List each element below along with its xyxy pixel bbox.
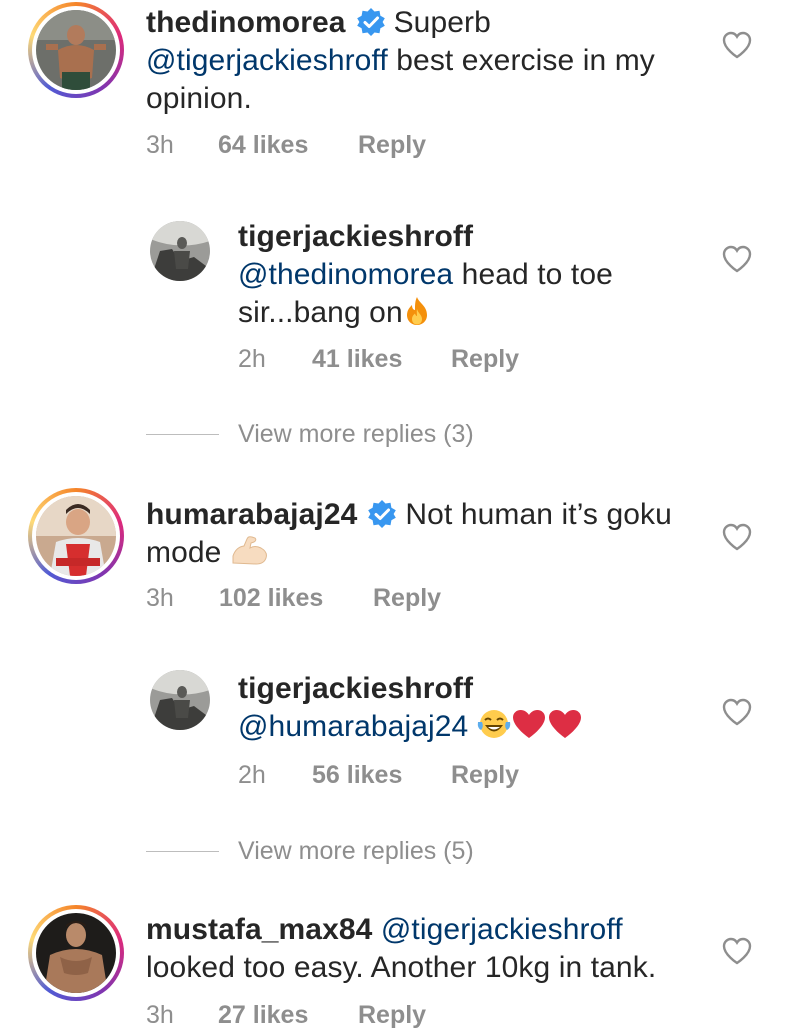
- avatar-humarabajaj24: [36, 496, 116, 576]
- verified-badge-icon: [368, 500, 397, 528]
- avatar-mustafa_max84: [36, 913, 116, 993]
- comment-time: 2h: [238, 761, 266, 789]
- reply-tigerjackieshroff-1: tigerjackieshroff @thedinomorea head to …: [0, 200, 800, 400]
- reply-button[interactable]: Reply: [451, 345, 519, 374]
- mention-link[interactable]: @tigerjackieshroff: [146, 44, 388, 77]
- username[interactable]: mustafa_max84: [146, 913, 372, 946]
- comment-meta: 3h 102 likes Reply: [146, 584, 441, 613]
- mention-link[interactable]: @tigerjackieshroff: [381, 913, 623, 946]
- view-more-divider: [146, 851, 219, 852]
- comment-time: 3h: [146, 584, 174, 612]
- red-heart-emoji-icon: [512, 710, 545, 738]
- comment-meta: 3h 27 likes Reply: [146, 1001, 426, 1030]
- reply-tigerjackieshroff-2: tigerjackieshroff @humarabajaj24 2h 56 li…: [0, 660, 800, 810]
- likes-count[interactable]: 56 likes: [312, 761, 451, 790]
- comment-text: opinion.: [146, 82, 252, 115]
- like-heart-icon[interactable]: [722, 523, 752, 551]
- comment-time: 3h: [146, 131, 174, 159]
- mention-link[interactable]: @thedinomorea: [238, 258, 453, 291]
- view-more-divider: [146, 434, 219, 435]
- reply-button[interactable]: Reply: [451, 761, 519, 790]
- reply-button[interactable]: Reply: [358, 1001, 426, 1030]
- comment-body: mustafa_max84 @tigerjackieshroff looked …: [146, 911, 716, 987]
- flexed-biceps-emoji-icon: [232, 536, 267, 565]
- comment-time: 3h: [146, 1001, 174, 1029]
- avatar-thedinomorea: [36, 10, 116, 90]
- comment-body: thedinomorea Superb @tigerjackieshroff b…: [146, 4, 706, 118]
- view-more-replies-button[interactable]: View more replies (5): [238, 837, 474, 866]
- likes-count[interactable]: 102 likes: [219, 584, 373, 613]
- story-ring-avatar[interactable]: [28, 488, 124, 584]
- comment-time: 2h: [238, 345, 266, 373]
- view-more-replies-button[interactable]: View more replies (3): [238, 420, 474, 449]
- avatar-tigerjackieshroff[interactable]: [150, 221, 210, 281]
- username[interactable]: humarabajaj24: [146, 498, 357, 531]
- laughing-emoji-icon: [477, 710, 510, 738]
- likes-count[interactable]: 27 likes: [218, 1001, 358, 1030]
- comment-thedinomorea: thedinomorea Superb @tigerjackieshroff b…: [0, 0, 800, 200]
- comment-text: looked too easy. Another 10kg in tank.: [146, 951, 657, 984]
- comment-text: sir...bang on: [238, 296, 403, 329]
- reply-button[interactable]: Reply: [373, 584, 441, 613]
- story-ring-avatar[interactable]: [28, 905, 124, 1001]
- username[interactable]: tigerjackieshroff: [238, 220, 473, 253]
- comment-text: mode: [146, 536, 222, 569]
- reply-button[interactable]: Reply: [358, 131, 426, 160]
- red-heart-emoji-icon: [548, 710, 581, 738]
- comment-humarabajaj24: humarabajaj24 Not human it’s goku mode 3…: [0, 488, 800, 628]
- comment-body: humarabajaj24 Not human it’s goku mode: [146, 496, 716, 572]
- verified-badge-icon: [356, 8, 385, 36]
- fire-emoji-icon: [406, 297, 427, 325]
- comment-text: Not human it’s goku: [405, 498, 672, 531]
- story-ring-avatar[interactable]: [28, 2, 124, 98]
- comment-mustafa_max84: mustafa_max84 @tigerjackieshroff looked …: [0, 905, 800, 1036]
- reply-meta: 2h 41 likes Reply: [238, 345, 519, 374]
- avatar-tigerjackieshroff[interactable]: [150, 670, 210, 730]
- reply-meta: 2h 56 likes Reply: [238, 761, 519, 790]
- username[interactable]: thedinomorea: [146, 6, 346, 39]
- reply-body: tigerjackieshroff @humarabajaj24: [238, 670, 708, 746]
- comment-meta: 3h 64 likes Reply: [146, 131, 426, 160]
- reply-body: tigerjackieshroff @thedinomorea head to …: [238, 218, 708, 332]
- username[interactable]: tigerjackieshroff: [238, 672, 473, 705]
- comment-text: Superb: [393, 6, 491, 39]
- like-heart-icon[interactable]: [722, 698, 752, 726]
- likes-count[interactable]: 41 likes: [312, 345, 451, 374]
- like-heart-icon[interactable]: [722, 245, 752, 273]
- comment-text: head to toe: [453, 258, 613, 291]
- like-heart-icon[interactable]: [722, 31, 752, 59]
- mention-link[interactable]: @humarabajaj24: [238, 710, 468, 743]
- likes-count[interactable]: 64 likes: [218, 131, 358, 160]
- comment-text: best exercise in my: [387, 44, 655, 77]
- like-heart-icon[interactable]: [722, 937, 752, 965]
